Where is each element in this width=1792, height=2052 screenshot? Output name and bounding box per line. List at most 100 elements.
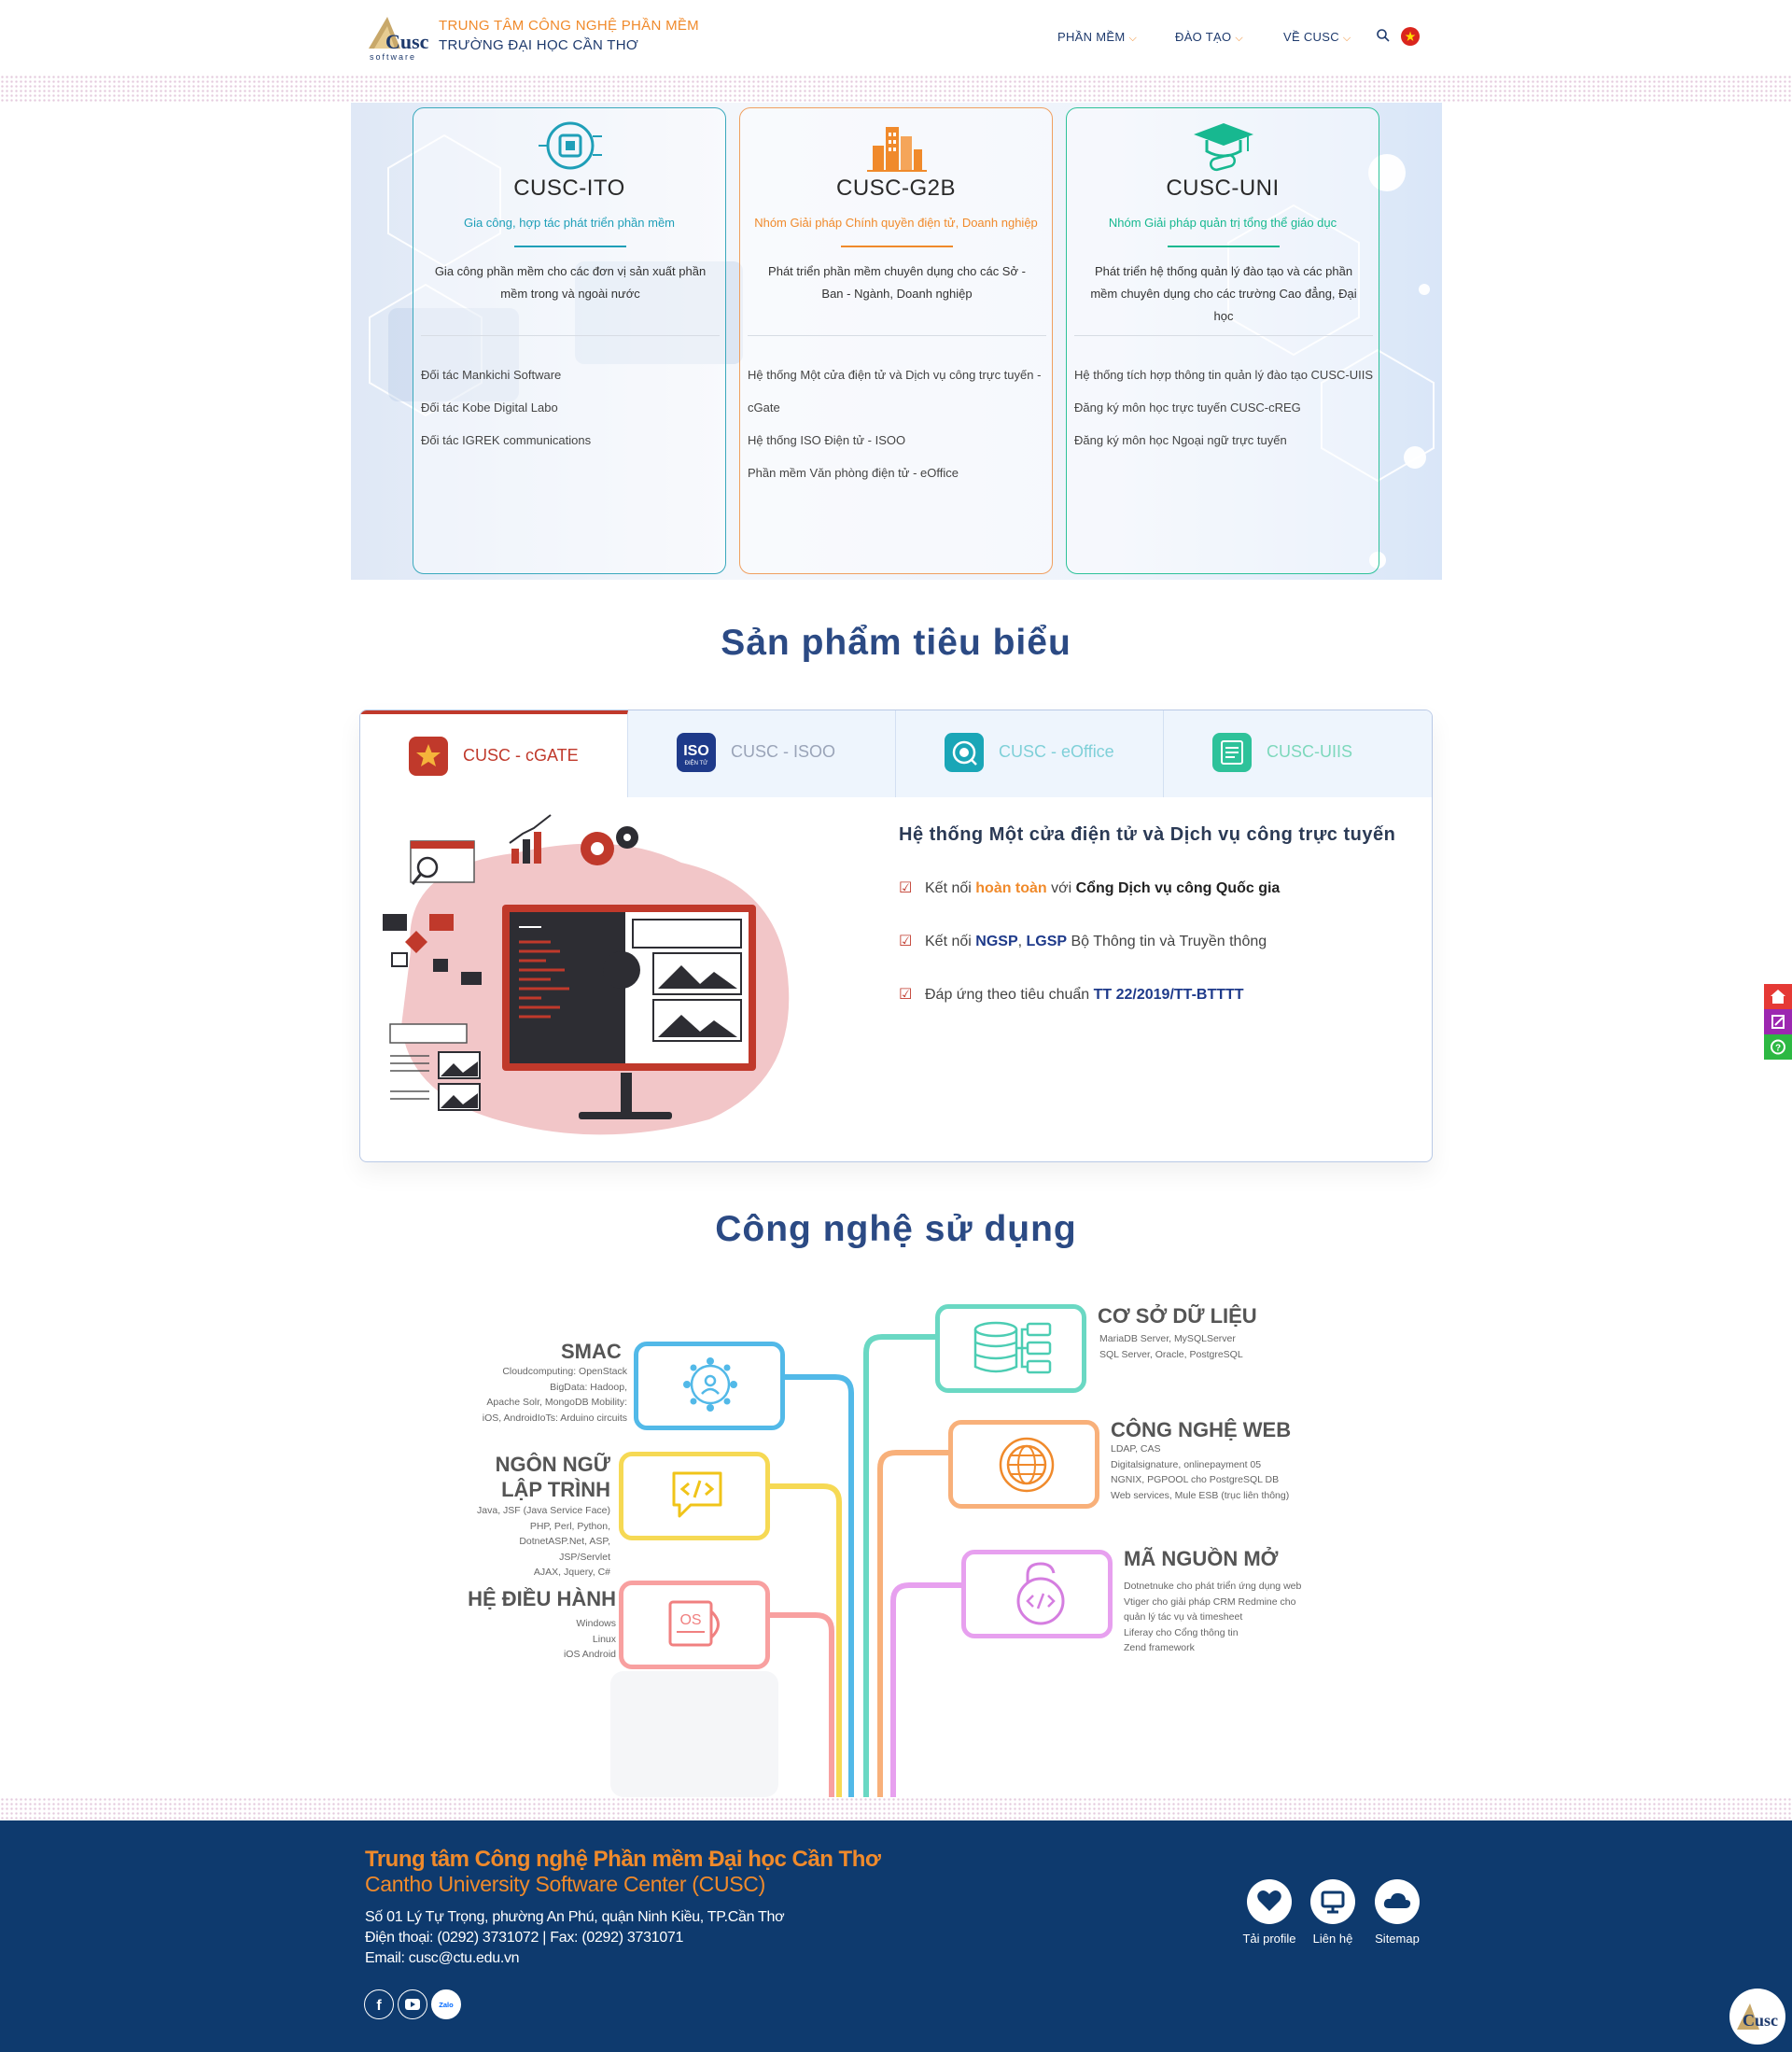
card-item[interactable]: Hệ thống tích hợp thông tin quản lý đào … [1074, 358, 1378, 391]
site-footer [0, 1820, 1792, 2052]
card-separator [1074, 335, 1373, 336]
header-title-line2: TRƯỜNG ĐẠI HỌC CẦN THƠ [439, 37, 639, 53]
database-details: MariaDB Server, MySQLServer SQL Server, O… [1099, 1333, 1243, 1360]
chevron-down-icon: ⌵ [1235, 33, 1244, 44]
cusc-logo[interactable]: Cusc software [367, 13, 441, 62]
contact-label[interactable]: Liên hệ [1295, 1932, 1370, 1946]
tab-isoo[interactable]: ISO ĐIỆN TỬ CUSC - ISOO [628, 710, 896, 797]
network-users-icon [683, 1357, 737, 1412]
svg-text:f: f [376, 1998, 382, 2014]
smac-details: Cloudcomputing: OpenStack BigData: Hadoop… [482, 1366, 627, 1424]
eoffice-icon [945, 733, 984, 772]
software-chip-icon [537, 119, 604, 174]
open-source-box [961, 1550, 1113, 1638]
product-tabs-panel: CUSC - cGATE ISO ĐIỆN TỬ CUSC - ISOO CUSC… [359, 710, 1433, 1162]
svg-text:Zalo: Zalo [439, 2001, 454, 2009]
heart-icon [1257, 1890, 1281, 1911]
tab-uiis[interactable]: CUSC-UIIS [1164, 710, 1432, 797]
code-chat-icon [672, 1471, 722, 1518]
programming-language-title: NGÔN NGỮ LẬP TRÌNH [495, 1453, 610, 1501]
cgate-illustration [373, 811, 831, 1147]
youtube-icon[interactable] [398, 1989, 427, 2019]
side-home-button[interactable] [1764, 984, 1792, 1009]
tab-label: CUSC - ISOO [731, 742, 836, 761]
footer-phone: Điện thoại: (0292) 3731072 | Fax: (0292)… [365, 1930, 684, 1946]
card-item[interactable]: Đối tác Mankichi Software [421, 358, 724, 391]
programming-language-details: Java, JSF (Java Service Face) PHP, Perl, … [477, 1505, 610, 1578]
programming-language-box [619, 1452, 770, 1540]
tab-cgate[interactable]: CUSC - cGATE [360, 710, 628, 797]
product-title: Hệ thống Một cửa điện tử và Dịch vụ công… [899, 824, 1396, 845]
graduation-cap-icon [1190, 119, 1257, 174]
os-box: OS [619, 1581, 770, 1669]
card-title: CUSC-G2B [835, 176, 957, 201]
card-separator [748, 335, 1046, 336]
side-edit-button[interactable] [1764, 1009, 1792, 1034]
card-description: Phát triển phần mềm chuyên dụng cho các … [768, 264, 1026, 301]
footer-email[interactable]: Email: cusc@ctu.edu.vn [365, 1950, 520, 1967]
download-profile-button[interactable] [1247, 1879, 1292, 1924]
monitor-icon [1321, 1890, 1345, 1914]
svg-text:software: software [370, 52, 416, 62]
nav-dao-tao[interactable]: ĐÀO TẠO ⌵ [1175, 30, 1243, 45]
zalo-icon[interactable]: Zalo [431, 1989, 461, 2019]
cusc-badge-logo[interactable]: Cusc [1729, 1989, 1785, 2045]
open-source-title: MÃ NGUỒN MỞ [1124, 1547, 1279, 1570]
vietnam-flag-icon[interactable] [1401, 27, 1420, 46]
open-source-details: Dotnetnuke cho phát triển ứng dụng web V… [1124, 1581, 1302, 1653]
checkbox-checked-icon: ☑ [899, 987, 913, 1003]
footer-title-en: Cantho University Software Center (CUSC) [365, 1872, 765, 1896]
decorative-dot-band [0, 1797, 1792, 1820]
card-divider [841, 246, 953, 247]
card-divider [514, 246, 626, 247]
section-title-tech: Công nghệ sử dụng [715, 1209, 1077, 1249]
card-subtitle: Nhóm Giải pháp quản trị tổng thể giáo dụ… [1108, 216, 1337, 230]
iso-icon: ISO ĐIỆN TỬ [677, 733, 716, 772]
card-item[interactable]: Phần mềm Văn phòng điện tử - eOffice [748, 457, 1051, 489]
feature-line: ☑ Kết nối hoàn toàn với Cổng Dịch vụ công… [899, 880, 1281, 896]
card-cusc-uni[interactable]: CUSC-UNI Nhóm Giải pháp quản trị tổng th… [1066, 107, 1379, 574]
sitemap-button[interactable] [1375, 1879, 1420, 1924]
tab-label: CUSC - eOffice [999, 742, 1114, 761]
checkbox-checked-icon: ☑ [899, 880, 913, 896]
tech-connector-lines [610, 1334, 969, 1797]
database-box [935, 1304, 1086, 1393]
card-item[interactable]: Đối tác IGREK communications [421, 424, 724, 457]
os-details: Windows Linux iOS Android [563, 1618, 616, 1660]
card-item[interactable]: Hệ thống ISO Điện tử - ISOO [748, 424, 1051, 457]
decorative-dot-band [0, 75, 1792, 103]
contact-button[interactable] [1310, 1879, 1355, 1924]
svg-text:?: ? [1775, 1044, 1781, 1054]
card-cusc-ito[interactable]: CUSC-ITO Gia công, hợp tác phát triển ph… [413, 107, 726, 574]
card-item[interactable]: Hệ thống Một cửa điện tử và Dịch vụ công… [748, 358, 1051, 391]
search-icon[interactable] [1376, 28, 1391, 43]
smac-box [634, 1342, 785, 1430]
tab-label: CUSC-UIIS [1267, 742, 1353, 761]
card-item[interactable]: Đăng ký môn học trực tuyến CUSC-cREG [1074, 391, 1378, 424]
open-lock-code-icon [1016, 1562, 1065, 1625]
nav-phan-mem[interactable]: PHẦN MỀM ⌵ [1057, 30, 1137, 45]
web-technology-title: CÔNG NGHỆ WEB [1111, 1418, 1292, 1441]
svg-text:ĐIỆN TỬ: ĐIỆN TỬ [685, 759, 708, 766]
globe-icon [999, 1437, 1055, 1493]
svg-text:Cusc: Cusc [1743, 2011, 1778, 2030]
home-icon [1771, 990, 1785, 1004]
card-description: Gia công phần mềm cho các đơn vị sản xuấ… [434, 264, 707, 301]
feature-line: ☑ Kết nối NGSP, LGSP Bộ Thông tin và Truy… [899, 934, 1267, 949]
card-title: CUSC-UNI [1166, 176, 1280, 201]
sitemap-label[interactable]: Sitemap [1360, 1932, 1435, 1946]
tab-label: CUSC - cGATE [463, 746, 579, 765]
cloud-icon [1383, 1892, 1411, 1908]
svg-text:OS: OS [679, 1612, 701, 1628]
section-title-products: Sản phẩm tiêu biểu [721, 623, 1071, 663]
side-help-button[interactable]: ? [1764, 1034, 1792, 1060]
card-item[interactable]: Đăng ký môn học Ngoại ngữ trực tuyến [1074, 424, 1378, 457]
facebook-icon[interactable]: f [364, 1989, 394, 2019]
tab-eoffice[interactable]: CUSC - eOffice [896, 710, 1164, 797]
nav-ve-cusc[interactable]: VỀ CUSC ⌵ [1283, 30, 1351, 45]
card-item[interactable]: cGate [748, 391, 1051, 424]
card-cusc-g2b[interactable]: CUSC-G2B Nhóm Giải pháp Chính quyền điện… [739, 107, 1053, 574]
card-divider [1168, 246, 1280, 247]
card-subtitle: Gia công, hợp tác phát triển phần mềm [463, 216, 676, 230]
card-item[interactable]: Đối tác Kobe Digital Labo [421, 391, 724, 424]
